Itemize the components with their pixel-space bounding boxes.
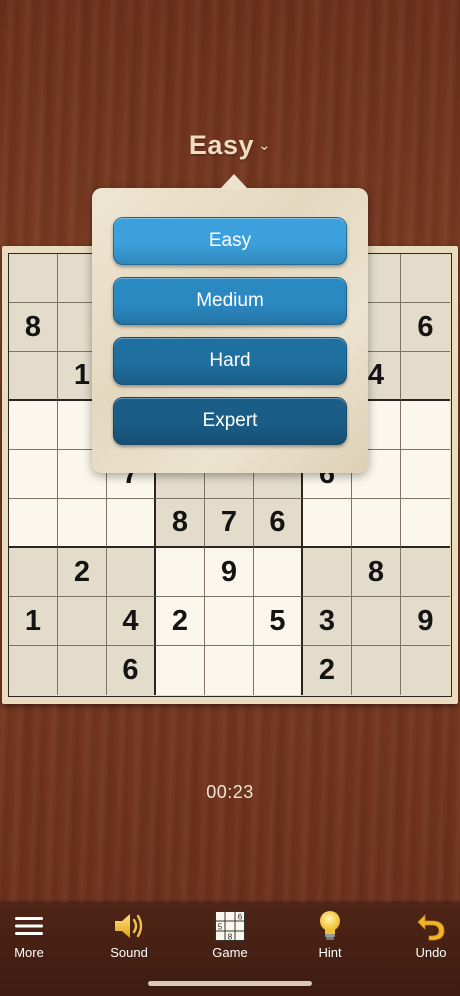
sudoku-cell[interactable]: [254, 646, 303, 695]
sudoku-cell[interactable]: 5: [254, 597, 303, 646]
sudoku-cell[interactable]: 1: [9, 597, 58, 646]
hard-option-button[interactable]: Hard: [113, 337, 347, 385]
difficulty-menu: Easy Medium Hard Expert: [92, 174, 368, 473]
sudoku-cell[interactable]: [401, 499, 450, 548]
sudoku-cell[interactable]: [156, 548, 205, 597]
more-button[interactable]: More: [0, 909, 69, 960]
sudoku-cell[interactable]: 6: [107, 646, 156, 695]
sudoku-cell[interactable]: 9: [401, 597, 450, 646]
game-icon-digit: 8: [228, 933, 233, 942]
sudoku-cell[interactable]: [58, 597, 107, 646]
sudoku-cell[interactable]: [303, 499, 352, 548]
sudoku-cell[interactable]: [401, 646, 450, 695]
sudoku-cell[interactable]: [205, 646, 254, 695]
sudoku-cell[interactable]: 9: [205, 548, 254, 597]
sudoku-cell[interactable]: [352, 597, 401, 646]
sudoku-cell[interactable]: [9, 499, 58, 548]
lightbulb-icon: [290, 909, 370, 943]
sudoku-cell[interactable]: [9, 646, 58, 695]
sudoku-cell[interactable]: [352, 646, 401, 695]
sudoku-cell[interactable]: [156, 646, 205, 695]
sudoku-cell[interactable]: [303, 548, 352, 597]
undo-button[interactable]: Undo: [391, 909, 460, 960]
sudoku-cell[interactable]: [107, 499, 156, 548]
popover-arrow: [220, 174, 248, 189]
sudoku-cell[interactable]: 3: [303, 597, 352, 646]
home-indicator[interactable]: [148, 981, 312, 986]
sudoku-cell[interactable]: [58, 499, 107, 548]
sound-button[interactable]: Sound: [89, 909, 169, 960]
sudoku-cell[interactable]: 8: [156, 499, 205, 548]
sudoku-cell[interactable]: [58, 646, 107, 695]
sudoku-cell[interactable]: [9, 548, 58, 597]
speaker-icon: [89, 909, 169, 943]
sudoku-cell[interactable]: 2: [156, 597, 205, 646]
game-timer: 00:23: [206, 782, 254, 802]
sudoku-cell[interactable]: 8: [352, 548, 401, 597]
hint-button[interactable]: Hint: [290, 909, 370, 960]
undo-label: Undo: [415, 945, 447, 960]
sudoku-cell[interactable]: [401, 548, 450, 597]
sudoku-cell[interactable]: 6: [254, 499, 303, 548]
game-label: Game: [212, 945, 248, 960]
sudoku-cell[interactable]: 2: [58, 548, 107, 597]
sudoku-cell[interactable]: [401, 254, 450, 303]
sudoku-cell[interactable]: 8: [9, 303, 58, 352]
sudoku-cell[interactable]: [352, 499, 401, 548]
game-icon-digit: 6: [238, 913, 243, 922]
chevron-down-icon: ⌄: [257, 137, 272, 154]
sudoku-cell[interactable]: 6: [401, 303, 450, 352]
game-icon-digit: 5: [218, 923, 223, 932]
sudoku-cell[interactable]: [9, 450, 58, 499]
more-label: More: [14, 945, 44, 960]
expert-option-button[interactable]: Expert: [113, 397, 347, 445]
sudoku-cell[interactable]: [9, 254, 58, 303]
game-button[interactable]: 6 58 Game: [190, 909, 270, 960]
sudoku-cell[interactable]: [9, 352, 58, 401]
sudoku-cell[interactable]: [254, 548, 303, 597]
sudoku-cell[interactable]: [205, 597, 254, 646]
menu-icon: [0, 909, 69, 943]
sudoku-cell[interactable]: [107, 548, 156, 597]
medium-option-button[interactable]: Medium: [113, 277, 347, 325]
sudoku-cell[interactable]: 7: [205, 499, 254, 548]
sudoku-grid-icon: 6 58: [190, 909, 270, 943]
sudoku-cell[interactable]: 2: [303, 646, 352, 695]
sudoku-cell[interactable]: [401, 450, 450, 499]
hint-label: Hint: [318, 945, 342, 960]
sudoku-cell[interactable]: [401, 401, 450, 450]
sudoku-cell[interactable]: [401, 352, 450, 401]
difficulty-title: Easy: [188, 130, 254, 160]
sudoku-cell[interactable]: 4: [107, 597, 156, 646]
sound-label: Sound: [110, 945, 148, 960]
difficulty-selector[interactable]: Easy ⌄: [0, 130, 460, 161]
sudoku-cell[interactable]: [9, 401, 58, 450]
easy-option-button[interactable]: Easy: [113, 217, 347, 265]
undo-arrow-icon: [391, 909, 460, 943]
